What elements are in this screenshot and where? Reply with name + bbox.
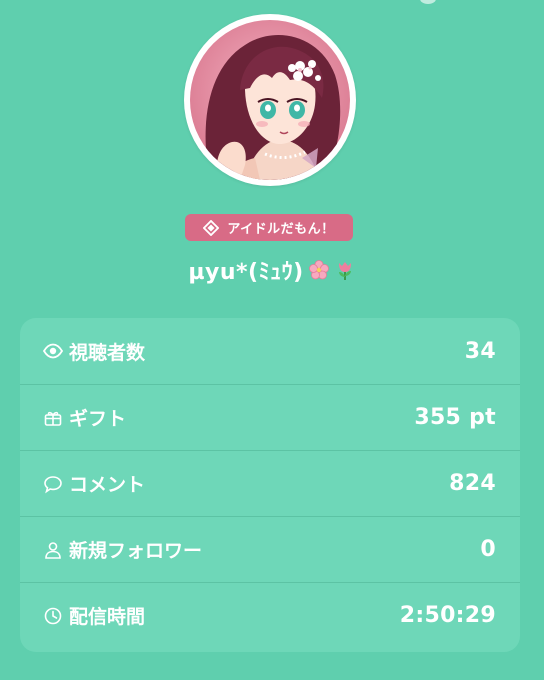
stat-value: 824	[449, 471, 496, 496]
stat-row-duration: 配信時間 2:50:29	[20, 582, 520, 648]
title-badge: アイドルだもん！	[185, 214, 353, 241]
stat-row-gifts: ギフト 355 pt	[20, 384, 520, 450]
eye-icon	[42, 340, 64, 362]
cherry-blossom-icon	[308, 259, 330, 281]
badge-label: アイドルだもん！	[227, 222, 335, 237]
username-row: µyu*(ﾐｭｳ)	[0, 250, 544, 290]
clock-icon	[42, 605, 64, 627]
tulip-icon	[334, 259, 356, 281]
stats-card: 視聴者数 34 ギフト 355 pt コメント 824 新規フォロワー 0 配信…	[20, 318, 520, 652]
stat-label: 配信時間	[69, 606, 146, 628]
top-indicator	[420, 0, 436, 4]
avatar[interactable]	[190, 20, 350, 180]
avatar-frame	[184, 14, 356, 186]
diamond-icon	[202, 219, 220, 236]
stat-row-new-followers: 新規フォロワー 0	[20, 516, 520, 582]
stat-value: 0	[480, 537, 496, 562]
stat-label: 新規フォロワー	[69, 540, 203, 562]
stat-row-comments: コメント 824	[20, 450, 520, 516]
stat-label: コメント	[69, 474, 146, 496]
stat-label: 視聴者数	[69, 341, 146, 364]
stat-row-viewers: 視聴者数 34	[20, 318, 520, 384]
stat-label: ギフト	[69, 408, 127, 430]
gift-icon	[42, 407, 64, 429]
person-icon	[42, 539, 64, 561]
username: µyu*(ﾐｭｳ)	[188, 260, 304, 285]
stat-value: 2:50:29	[399, 603, 496, 628]
comment-icon	[42, 473, 64, 495]
stat-value: 355 pt	[414, 405, 496, 430]
stat-value: 34	[464, 338, 496, 364]
